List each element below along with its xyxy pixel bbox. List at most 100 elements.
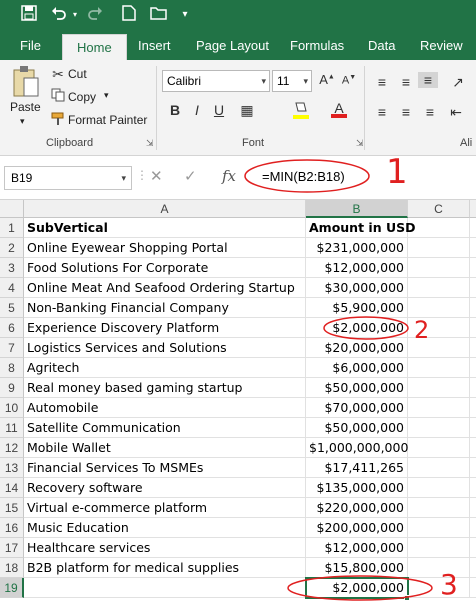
row-header-1[interactable]: 1: [0, 218, 24, 238]
row-header-14[interactable]: 14: [0, 478, 24, 498]
cell-b3[interactable]: $12,000,000: [306, 258, 408, 278]
increase-font-size-icon[interactable]: A▲: [318, 72, 336, 87]
cell-d2[interactable]: [470, 238, 476, 258]
italic-button[interactable]: I: [188, 102, 206, 118]
fill-handle[interactable]: [404, 595, 410, 601]
decrease-font-size-icon[interactable]: A▼: [340, 74, 358, 87]
cell-a19[interactable]: [24, 578, 306, 598]
align-right-icon[interactable]: ≡: [420, 104, 440, 120]
customize-qat-icon[interactable]: ▾: [178, 5, 192, 25]
row-header-3[interactable]: 3: [0, 258, 24, 278]
cell-d10[interactable]: [470, 398, 476, 418]
bold-button[interactable]: B: [166, 102, 184, 118]
cell-d18[interactable]: [470, 558, 476, 578]
paste-dropdown-icon[interactable]: ▾: [20, 116, 25, 127]
cell-d11[interactable]: [470, 418, 476, 438]
cell-b17[interactable]: $12,000,000: [306, 538, 408, 558]
cell-c8[interactable]: [408, 358, 470, 378]
cell-d13[interactable]: [470, 458, 476, 478]
cell-a4[interactable]: Online Meat And Seafood Ordering Startup: [24, 278, 306, 298]
cell-a14[interactable]: Recovery software: [24, 478, 306, 498]
cell-d19[interactable]: [470, 578, 476, 598]
cell-a5[interactable]: Non-Banking Financial Company: [24, 298, 306, 318]
cell-b14[interactable]: $135,000,000: [306, 478, 408, 498]
column-header-a[interactable]: A: [24, 200, 306, 218]
middle-align-icon[interactable]: ≡: [396, 74, 416, 90]
cell-c3[interactable]: [408, 258, 470, 278]
cell-a13[interactable]: Financial Services To MSMEs: [24, 458, 306, 478]
tab-page-layout[interactable]: Page Layout: [196, 32, 269, 60]
row-header-5[interactable]: 5: [0, 298, 24, 318]
cell-c11[interactable]: [408, 418, 470, 438]
borders-icon[interactable]: ▦: [236, 102, 258, 119]
cell-b16[interactable]: $200,000,000: [306, 518, 408, 538]
paste-icon[interactable]: [10, 64, 42, 98]
cell-d6[interactable]: [470, 318, 476, 338]
cell-a10[interactable]: Automobile: [24, 398, 306, 418]
font-name-select[interactable]: Calibri ▾: [162, 70, 270, 92]
row-header-19[interactable]: 19: [0, 578, 24, 598]
cell-d12[interactable]: [470, 438, 476, 458]
row-header-6[interactable]: 6: [0, 318, 24, 338]
cell-a12[interactable]: Mobile Wallet: [24, 438, 306, 458]
align-center-icon[interactable]: ≡: [396, 104, 416, 120]
row-header-10[interactable]: 10: [0, 398, 24, 418]
row-header-4[interactable]: 4: [0, 278, 24, 298]
cell-b5[interactable]: $5,900,000: [306, 298, 408, 318]
cell-d1[interactable]: [470, 218, 476, 238]
cell-c13[interactable]: [408, 458, 470, 478]
cell-d3[interactable]: [470, 258, 476, 278]
save-icon[interactable]: [18, 5, 40, 25]
bottom-align-icon[interactable]: ≡: [418, 72, 438, 88]
cell-a1[interactable]: SubVertical: [24, 218, 306, 238]
font-launcher-icon[interactable]: ⇲: [356, 138, 364, 149]
cell-d16[interactable]: [470, 518, 476, 538]
cell-c9[interactable]: [408, 378, 470, 398]
cell-a17[interactable]: Healthcare services: [24, 538, 306, 558]
cell-a15[interactable]: Virtual e-commerce platform: [24, 498, 306, 518]
cell-a3[interactable]: Food Solutions For Corporate: [24, 258, 306, 278]
fill-color-icon[interactable]: [290, 100, 312, 123]
cell-b18[interactable]: $15,800,000: [306, 558, 408, 578]
cell-b10[interactable]: $70,000,000: [306, 398, 408, 418]
column-header-d[interactable]: [470, 200, 476, 218]
paste-button[interactable]: Paste: [10, 100, 41, 114]
redo-icon[interactable]: [84, 5, 106, 25]
tab-data[interactable]: Data: [368, 32, 395, 60]
cell-c4[interactable]: [408, 278, 470, 298]
new-file-icon[interactable]: [118, 5, 140, 25]
tab-file[interactable]: File: [20, 32, 41, 60]
row-header-16[interactable]: 16: [0, 518, 24, 538]
copy-button[interactable]: Copy: [68, 90, 96, 104]
formula-input[interactable]: =MIN(B2:B18): [262, 169, 345, 184]
cell-a9[interactable]: Real money based gaming startup: [24, 378, 306, 398]
cell-c19[interactable]: [408, 578, 470, 598]
row-header-8[interactable]: 8: [0, 358, 24, 378]
row-header-17[interactable]: 17: [0, 538, 24, 558]
column-header-b[interactable]: B: [306, 200, 408, 218]
orientation-icon[interactable]: ↗: [448, 74, 468, 91]
cell-c14[interactable]: [408, 478, 470, 498]
row-header-7[interactable]: 7: [0, 338, 24, 358]
undo-dropdown-icon[interactable]: ▾: [70, 5, 80, 25]
cell-a16[interactable]: Music Education: [24, 518, 306, 538]
cell-d4[interactable]: [470, 278, 476, 298]
cell-d9[interactable]: [470, 378, 476, 398]
cell-b12[interactable]: $1,000,000,000: [306, 438, 408, 458]
cell-b8[interactable]: $6,000,000: [306, 358, 408, 378]
cell-c2[interactable]: [408, 238, 470, 258]
row-header-11[interactable]: 11: [0, 418, 24, 438]
cell-d5[interactable]: [470, 298, 476, 318]
cell-d15[interactable]: [470, 498, 476, 518]
select-all-corner[interactable]: [0, 200, 24, 218]
cell-a11[interactable]: Satellite Communication: [24, 418, 306, 438]
cell-b4[interactable]: $30,000,000: [306, 278, 408, 298]
tab-formulas[interactable]: Formulas: [290, 32, 344, 60]
cancel-icon[interactable]: ✕: [150, 167, 163, 185]
cell-a18[interactable]: B2B platform for medical supplies: [24, 558, 306, 578]
tab-insert[interactable]: Insert: [138, 32, 171, 60]
row-header-18[interactable]: 18: [0, 558, 24, 578]
cut-button[interactable]: Cut: [68, 67, 87, 81]
cell-d14[interactable]: [470, 478, 476, 498]
cell-b2[interactable]: $231,000,000: [306, 238, 408, 258]
